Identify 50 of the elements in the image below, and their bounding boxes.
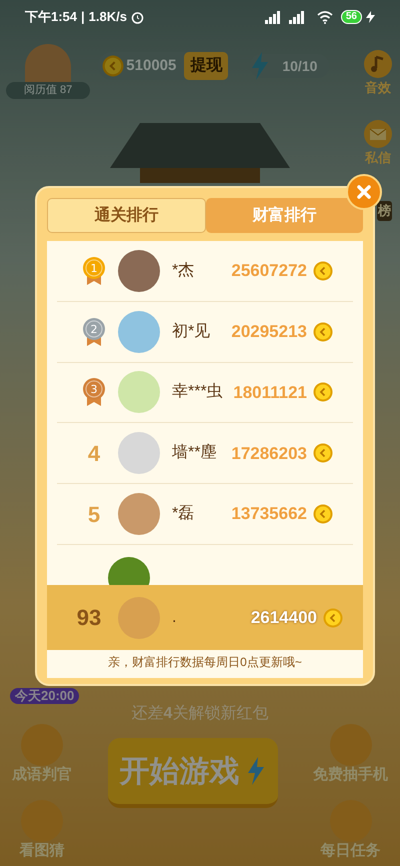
side-button[interactable]: 私信 — [364, 120, 392, 167]
player-name: . — [172, 608, 178, 628]
coin-icon — [323, 608, 343, 628]
withdraw-button[interactable]: 提现 — [184, 52, 228, 80]
rank-number: 5 — [88, 500, 100, 529]
feature-button[interactable]: 成语判官 — [12, 724, 72, 784]
coin-icon — [313, 260, 333, 281]
feature-button[interactable]: 免费抽手机 — [313, 724, 388, 784]
player-name: 墙**塵 — [172, 442, 218, 464]
status-separator: | — [81, 8, 85, 26]
player-name: *杰 — [172, 260, 196, 281]
battery-indicator: 56 — [340, 10, 362, 24]
coin-icon — [102, 55, 124, 77]
wealth-score: 2614400 — [250, 606, 317, 629]
energy-count: 10/10 — [282, 56, 318, 76]
wealth-score: 20295213 — [231, 320, 307, 343]
music-note-icon — [364, 50, 392, 78]
start-game-button[interactable]: 开始游戏 — [108, 738, 278, 808]
wifi-icon — [316, 10, 333, 24]
rank-number: 93 — [76, 604, 102, 632]
wealth-score: 18011121 — [233, 382, 307, 404]
coin-icon — [313, 504, 333, 524]
ranking-tab[interactable]: 通关排行 — [47, 198, 206, 233]
player-name: 初*见 — [172, 322, 212, 342]
timer-badge: 今天20:00 — [10, 688, 80, 704]
wealth-score: 13735662 — [231, 503, 307, 526]
lightning-icon — [250, 52, 270, 80]
charging-bolt-icon — [366, 11, 375, 23]
coin-icon — [313, 382, 333, 402]
status-time: 下午1:54 — [25, 8, 78, 26]
side-label: 榜 — [377, 201, 392, 220]
unlock-hint: 还差4关解锁新红包 — [132, 704, 268, 724]
update-notice: 亲，财富排行数据每周日0点更新哦~ — [107, 654, 303, 671]
wealth-score: 25607272 — [231, 260, 307, 282]
coin-icon — [313, 443, 333, 464]
coin-balance: 510005 — [126, 56, 176, 76]
coin-icon — [313, 322, 333, 342]
feature-button[interactable]: 每日任务 — [320, 800, 380, 860]
experience-label: 阅历值 87 — [6, 82, 90, 98]
rank-number: 4 — [88, 440, 100, 468]
network-speed: 1.8K/s — [88, 8, 127, 26]
envelope-icon — [364, 120, 392, 148]
ranking-tab[interactable]: 财富排行 — [206, 198, 363, 233]
player-name: 幸***虫 — [172, 382, 224, 402]
side-button[interactable]: 音效 — [364, 50, 392, 98]
player-name: *磊 — [172, 504, 196, 524]
lightning-icon — [246, 756, 266, 786]
close-icon — [357, 185, 371, 199]
alarm-icon — [130, 10, 144, 24]
wealth-score: 17286203 — [231, 442, 307, 465]
